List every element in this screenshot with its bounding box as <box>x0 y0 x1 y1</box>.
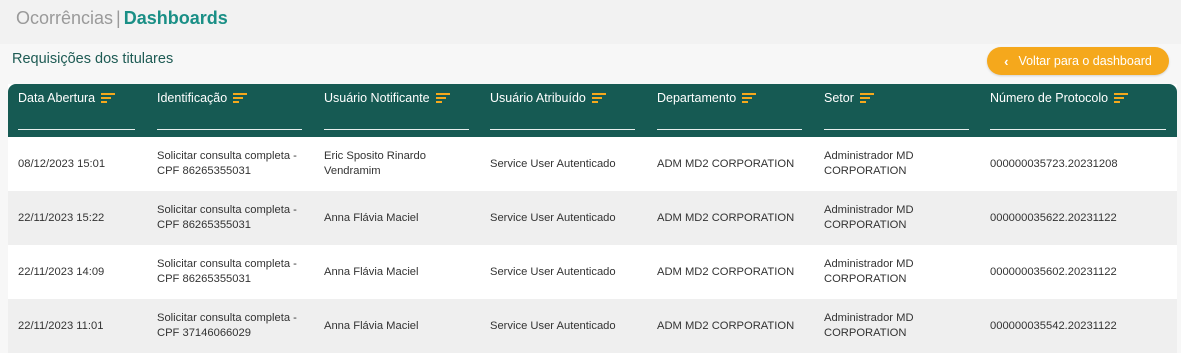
sort-icon[interactable] <box>742 93 757 103</box>
breadcrumb: Ocorrências | Dashboards <box>16 8 228 29</box>
breadcrumb-separator: | <box>116 8 121 28</box>
section-title: Requisições dos titulares <box>12 51 174 67</box>
cell-setor: Administrador MD CORPORATION <box>824 150 914 177</box>
column-label: Setor <box>824 91 854 105</box>
sort-icon[interactable] <box>101 93 116 103</box>
column-filter-input[interactable] <box>490 129 635 130</box>
column-header-data-abertura[interactable]: Data Abertura <box>18 84 135 137</box>
cell-usuario-notificante: Anna Flávia Maciel <box>324 319 419 332</box>
column-filter-input[interactable] <box>18 129 135 130</box>
cell-identificacao: Solicitar consulta completa - CPF 371460… <box>157 312 297 339</box>
table-body: 08/12/2023 15:01 Solicitar consulta comp… <box>8 137 1177 353</box>
cell-usuario-notificante: Eric Sposito Rinardo Vendramim <box>324 150 426 177</box>
column-filter-input[interactable] <box>157 129 302 130</box>
cell-usuario-notificante: Anna Flávia Maciel <box>324 211 419 224</box>
column-filter-input[interactable] <box>324 129 469 130</box>
cell-usuario-notificante: Anna Flávia Maciel <box>324 265 419 278</box>
table-header: Data Abertura Identificação Usuário Noti… <box>8 84 1177 137</box>
sort-icon[interactable] <box>233 93 248 103</box>
cell-usuario-atribuido: Service User Autenticado <box>490 211 616 224</box>
table-row[interactable]: 22/11/2023 11:01 Solicitar consulta comp… <box>8 299 1177 353</box>
column-filter-input[interactable] <box>824 129 969 130</box>
chevron-left-icon: ‹ <box>1004 53 1009 69</box>
back-to-dashboard-button[interactable]: ‹ Voltar para o dashboard <box>987 47 1169 75</box>
column-label: Número de Protocolo <box>990 91 1109 105</box>
cell-setor: Administrador MD CORPORATION <box>824 258 914 285</box>
cell-numero-protocolo: 000000035723.20231208 <box>990 157 1118 170</box>
cell-numero-protocolo: 000000035602.20231122 <box>990 265 1117 278</box>
cell-setor: Administrador MD CORPORATION <box>824 312 914 339</box>
sort-icon[interactable] <box>859 93 874 103</box>
column-header-usuario-atribuido[interactable]: Usuário Atribuído <box>490 84 635 137</box>
cell-departamento: ADM MD2 CORPORATION <box>657 211 795 224</box>
cell-data-abertura: 22/11/2023 15:22 <box>18 211 105 224</box>
column-label: Departamento <box>657 91 737 105</box>
table-row[interactable]: 08/12/2023 15:01 Solicitar consulta comp… <box>8 137 1177 191</box>
cell-numero-protocolo: 000000035542.20231122 <box>990 319 1117 332</box>
column-label: Usuário Notificante <box>324 91 430 105</box>
cell-usuario-atribuido: Service User Autenticado <box>490 157 616 170</box>
requests-table: Data Abertura Identificação Usuário Noti… <box>8 84 1177 353</box>
back-button-label: Voltar para o dashboard <box>1018 54 1152 68</box>
table-row[interactable]: 22/11/2023 15:22 Solicitar consulta comp… <box>8 191 1177 245</box>
cell-data-abertura: 08/12/2023 15:01 <box>18 157 106 170</box>
column-header-usuario-notificante[interactable]: Usuário Notificante <box>324 84 469 137</box>
cell-departamento: ADM MD2 CORPORATION <box>657 265 795 278</box>
table-row[interactable]: 22/11/2023 14:09 Solicitar consulta comp… <box>8 245 1177 299</box>
cell-departamento: ADM MD2 CORPORATION <box>657 319 795 332</box>
column-label: Usuário Atribuído <box>490 91 586 105</box>
requests-panel: Requisições dos titulares ‹ Voltar para … <box>0 44 1181 353</box>
cell-identificacao: Solicitar consulta completa - CPF 862653… <box>157 150 297 177</box>
cell-setor: Administrador MD CORPORATION <box>824 204 914 231</box>
cell-usuario-atribuido: Service User Autenticado <box>490 319 616 332</box>
column-filter-input[interactable] <box>990 129 1166 130</box>
column-header-departamento[interactable]: Departamento <box>657 84 802 137</box>
column-label: Data Abertura <box>18 91 96 105</box>
cell-data-abertura: 22/11/2023 11:01 <box>18 319 104 332</box>
cell-numero-protocolo: 000000035622.20231122 <box>990 211 1117 224</box>
cell-data-abertura: 22/11/2023 14:09 <box>18 265 105 278</box>
cell-departamento: ADM MD2 CORPORATION <box>657 157 795 170</box>
sort-icon[interactable] <box>591 93 606 103</box>
cell-usuario-atribuido: Service User Autenticado <box>490 265 616 278</box>
sort-icon[interactable] <box>1114 93 1129 103</box>
column-filter-input[interactable] <box>657 129 802 130</box>
column-header-setor[interactable]: Setor <box>824 84 969 137</box>
column-header-numero-protocolo[interactable]: Número de Protocolo <box>990 84 1166 137</box>
column-label: Identificação <box>157 91 228 105</box>
breadcrumb-parent[interactable]: Ocorrências <box>16 8 113 29</box>
breadcrumb-current: Dashboards <box>123 8 228 28</box>
cell-identificacao: Solicitar consulta completa - CPF 862653… <box>157 258 297 285</box>
cell-identificacao: Solicitar consulta completa - CPF 862653… <box>157 204 297 231</box>
sort-icon[interactable] <box>435 93 450 103</box>
column-header-identificacao[interactable]: Identificação <box>157 84 302 137</box>
